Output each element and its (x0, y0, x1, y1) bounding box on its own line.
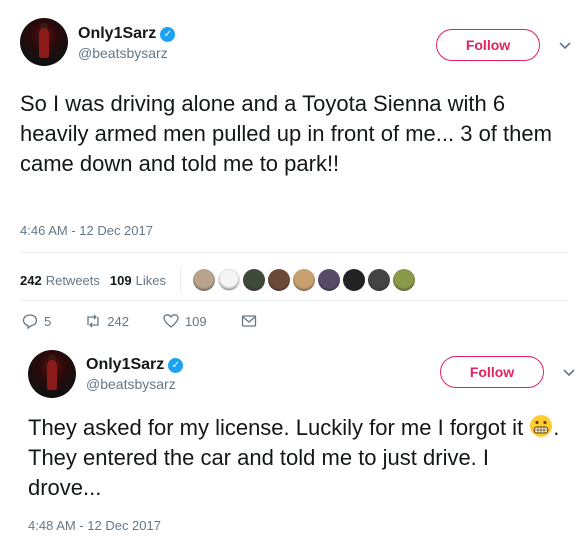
retweet-icon (87, 314, 99, 328)
timestamp[interactable]: 4:46 AM - 12 Dec 2017 (20, 223, 153, 238)
engagement-stats: 242 Retweets 109 Likes (20, 268, 415, 292)
chevron-down-icon[interactable] (562, 365, 576, 379)
liker-avatar[interactable] (392, 269, 415, 291)
display-name-text[interactable]: Only1Sarz (78, 25, 156, 43)
tweet-text: So I was driving alone and a Toyota Sien… (20, 91, 552, 176)
liker-avatar[interactable] (342, 269, 365, 291)
liker-avatar[interactable] (217, 269, 240, 291)
retweet-count: 242 (107, 313, 129, 329)
stats-separator (179, 268, 181, 292)
tweet-text: They asked for my license. Luckily for m… (28, 413, 568, 503)
follow-button[interactable]: Follow (436, 29, 540, 61)
display-name[interactable]: Only1Sarz ✓ (78, 25, 176, 43)
liker-avatar[interactable] (242, 269, 265, 291)
heart-icon (163, 314, 179, 328)
liker-avatar[interactable] (192, 269, 215, 291)
tweet-text-part: They asked for my license. Luckily for m… (28, 415, 530, 440)
divider (20, 252, 568, 253)
liker-avatar[interactable] (267, 269, 290, 291)
chevron-down-icon[interactable] (558, 38, 572, 52)
display-name[interactable]: Only1Sarz ✓ (86, 356, 184, 374)
envelope-icon (241, 315, 256, 327)
reply-button[interactable]: 5 (22, 313, 51, 329)
tweet: Only1Sarz ✓ @beatsbysarz Follow So I was… (0, 0, 588, 340)
handle[interactable]: @beatsbysarz (86, 376, 183, 392)
tweet: Only1Sarz ✓ @beatsbysarz Follow They ask… (0, 340, 588, 541)
message-button[interactable] (241, 313, 257, 329)
timestamp[interactable]: 4:48 AM - 12 Dec 2017 (28, 518, 161, 533)
likes-stat[interactable]: 109 Likes (110, 273, 166, 288)
verified-badge-icon: ✓ (168, 357, 184, 373)
tweet-actions: 5 242 109 (22, 313, 291, 329)
display-name-text[interactable]: Only1Sarz (86, 356, 164, 374)
user-info: Only1Sarz ✓ @beatsbysarz (78, 25, 176, 61)
avatar[interactable] (20, 18, 68, 66)
handle[interactable]: @beatsbysarz (78, 45, 175, 61)
reply-count: 5 (44, 313, 52, 329)
grimacing-face-icon (529, 414, 553, 438)
likers-avatars (192, 269, 415, 291)
retweet-button[interactable]: 242 (85, 313, 129, 329)
avatar[interactable] (28, 350, 76, 398)
like-button[interactable]: 109 (163, 313, 207, 329)
user-info: Only1Sarz ✓ @beatsbysarz (86, 356, 184, 392)
reply-icon (22, 314, 38, 329)
verified-badge-icon: ✓ (160, 26, 176, 42)
liker-avatar[interactable] (367, 269, 390, 291)
divider (20, 300, 568, 301)
follow-button[interactable]: Follow (440, 356, 544, 388)
like-count: 109 (184, 313, 207, 329)
liker-avatar[interactable] (292, 269, 315, 291)
retweets-stat[interactable]: 242 Retweets (20, 273, 100, 288)
liker-avatar[interactable] (317, 269, 340, 291)
